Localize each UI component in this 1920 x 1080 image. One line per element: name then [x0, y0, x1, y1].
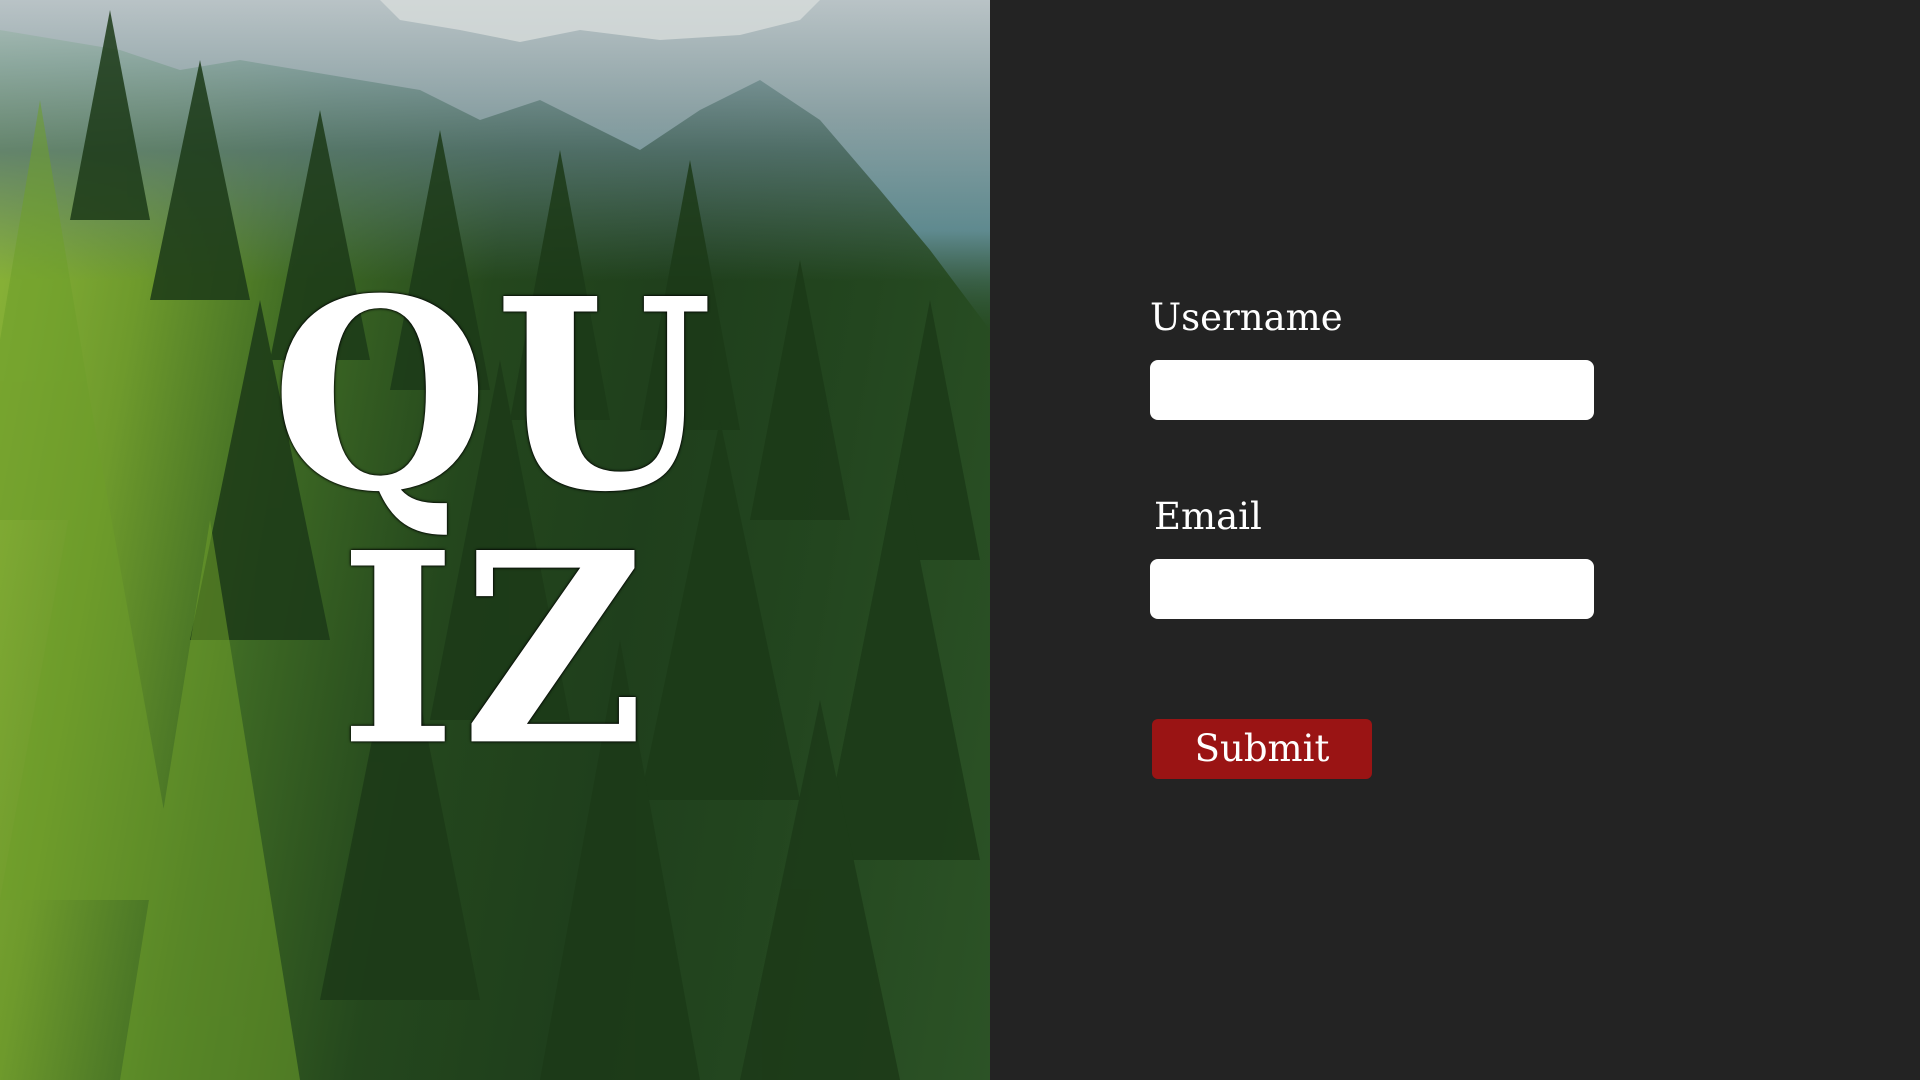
- quiz-title: QU IZ: [0, 264, 990, 781]
- email-label: Email: [1154, 495, 1262, 538]
- username-input[interactable]: [1150, 360, 1594, 420]
- email-input[interactable]: [1150, 559, 1594, 619]
- forest-background-image: QU IZ: [0, 0, 990, 1080]
- username-label: Username: [1150, 296, 1343, 339]
- quiz-title-line-1: QU: [271, 240, 719, 550]
- quiz-title-line-2: IZ: [339, 494, 651, 804]
- page: QU IZ Username Email Submit: [0, 0, 1920, 1080]
- submit-button[interactable]: Submit: [1152, 719, 1372, 779]
- login-form: Username Email Submit: [990, 0, 1920, 1080]
